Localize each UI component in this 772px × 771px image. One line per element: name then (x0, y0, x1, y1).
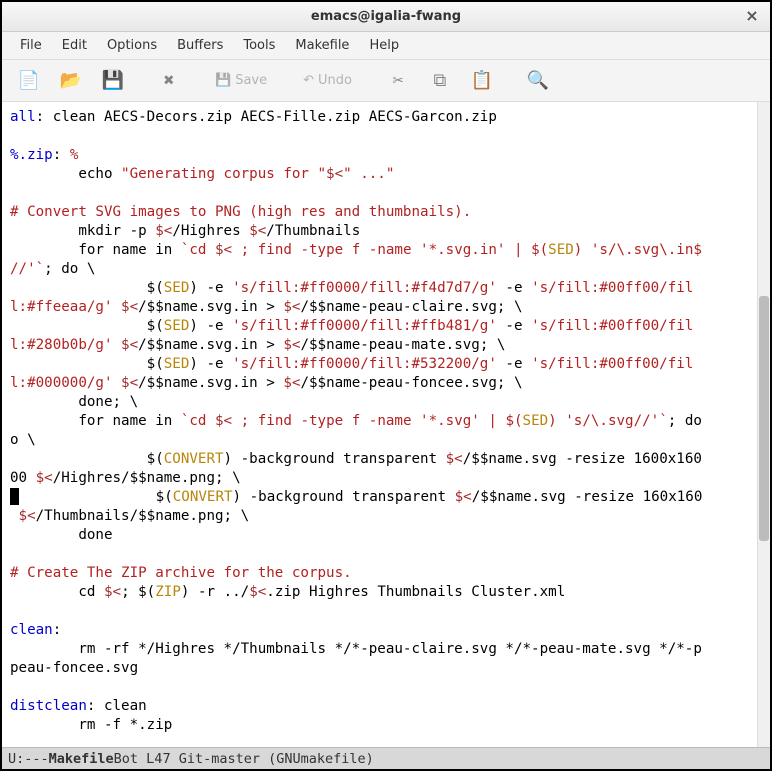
new-file-button[interactable]: 📄 (10, 64, 48, 98)
copy-button[interactable]: ⧉ (421, 64, 459, 98)
window-titlebar: emacs@igalia-fwang × (2, 2, 770, 32)
mode-line-status: Bot L47 Git-master (GNUmakefile) (114, 751, 374, 767)
scrollbar-thumb[interactable] (759, 296, 769, 541)
search-button[interactable]: 🔍 (519, 64, 557, 98)
save-icon: 💾 (102, 70, 124, 91)
cut-icon: ✂ (393, 70, 404, 91)
menu-file[interactable]: File (10, 34, 52, 57)
editor-scrollbar[interactable] (757, 102, 770, 747)
text-cursor (10, 488, 19, 505)
open-file-button[interactable]: 📂 (52, 64, 90, 98)
mode-line-buffer-name: Makefile (49, 751, 114, 767)
undo-button[interactable]: ↶Undo (294, 64, 361, 98)
save-icon-2: 💾 (215, 73, 231, 88)
menu-makefile[interactable]: Makefile (285, 34, 359, 57)
menu-buffers[interactable]: Buffers (167, 34, 233, 57)
cut-button[interactable]: ✂ (379, 64, 417, 98)
menu-edit[interactable]: Edit (52, 34, 97, 57)
menu-options[interactable]: Options (97, 34, 167, 57)
copy-icon: ⧉ (434, 70, 447, 91)
close-button[interactable]: ✖ (150, 64, 188, 98)
paste-button[interactable]: 📋 (463, 64, 501, 98)
undo-icon: ↶ (303, 73, 314, 88)
open-folder-icon: 📂 (60, 70, 82, 91)
editor-area[interactable]: all: clean AECS-Decors.zip AECS-Fille.zi… (2, 102, 770, 747)
mode-line-prefix: U:--- (8, 751, 49, 767)
menu-help[interactable]: Help (359, 34, 409, 57)
toolbar: 📄 📂 💾 ✖ 💾Save ↶Undo ✂ ⧉ 📋 🔍 (2, 60, 770, 102)
search-icon: 🔍 (527, 70, 549, 91)
menu-tools[interactable]: Tools (233, 34, 285, 57)
menu-bar: File Edit Options Buffers Tools Makefile… (2, 32, 770, 60)
text-editor[interactable]: all: clean AECS-Decors.zip AECS-Fille.zi… (2, 102, 770, 747)
close-icon: ✖ (164, 70, 175, 91)
save-labeled-button[interactable]: 💾Save (206, 64, 276, 98)
save-button[interactable]: 💾 (94, 64, 132, 98)
new-file-icon: 📄 (18, 70, 40, 91)
mode-line: U:--- Makefile Bot L47 Git-master (GNUma… (2, 747, 770, 769)
window-title: emacs@igalia-fwang (311, 9, 461, 24)
paste-icon: 📋 (471, 70, 493, 91)
window-close-button[interactable]: × (742, 6, 762, 26)
